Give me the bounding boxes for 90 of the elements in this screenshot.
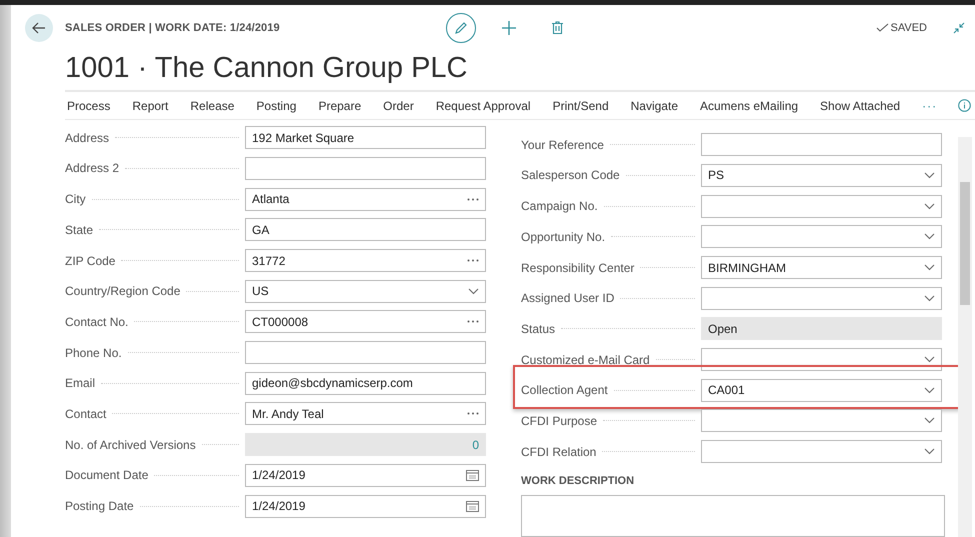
dropdown-field[interactable]: US bbox=[245, 280, 486, 303]
dropdown-field[interactable]: BIRMINGHAM bbox=[701, 256, 942, 280]
action-menu-item[interactable]: Release bbox=[188, 98, 234, 113]
input-field[interactable]: 1/24/2019 bbox=[245, 464, 486, 487]
saved-text: SAVED bbox=[890, 22, 927, 34]
more-actions-button[interactable]: ··· bbox=[920, 98, 938, 113]
calendar-icon[interactable] bbox=[466, 469, 479, 482]
dropdown-field[interactable] bbox=[701, 225, 942, 248]
more-icon[interactable] bbox=[467, 259, 479, 262]
field-label: Contact bbox=[65, 406, 245, 421]
field-label: City bbox=[65, 192, 245, 206]
field-label: Phone No. bbox=[65, 346, 245, 360]
action-menu-item[interactable]: Prepare bbox=[316, 98, 362, 113]
field-label: Collection Agent bbox=[521, 383, 701, 398]
dropdown-field[interactable]: PS bbox=[701, 164, 942, 187]
page-caption: SALES ORDER | WORK DATE: 1/24/2019 bbox=[65, 22, 281, 34]
chevron-down-icon[interactable] bbox=[924, 356, 935, 364]
chevron-down-icon[interactable] bbox=[468, 288, 479, 295]
back-arrow-icon[interactable] bbox=[32, 22, 46, 34]
more-icon[interactable] bbox=[467, 412, 479, 416]
field-label: Campaign No. bbox=[521, 199, 701, 214]
input-field[interactable]: gideon@sbcdynamicserp.com bbox=[245, 372, 486, 395]
field-label: Your Reference bbox=[521, 138, 701, 152]
chevron-down-icon[interactable] bbox=[924, 172, 935, 179]
checkmark-icon bbox=[876, 23, 889, 32]
calendar-icon[interactable] bbox=[466, 500, 479, 512]
field-label: State bbox=[65, 222, 245, 237]
edit-button[interactable] bbox=[446, 12, 476, 43]
field-label: ZIP Code bbox=[65, 254, 245, 268]
dropdown-field[interactable]: CA001 bbox=[701, 378, 942, 402]
input-field[interactable]: 192 Market Square bbox=[245, 126, 486, 150]
dropdown-field[interactable] bbox=[701, 194, 942, 218]
action-menu-item[interactable]: Request Approval bbox=[434, 98, 531, 113]
field-label: Opportunity No. bbox=[521, 230, 701, 244]
dropdown-field[interactable] bbox=[701, 348, 942, 372]
field-label: Posting Date bbox=[65, 499, 245, 514]
chevron-down-icon[interactable] bbox=[924, 386, 935, 394]
action-menu-item[interactable]: Acumens eMailing bbox=[698, 98, 798, 113]
input-field[interactable]: 1/24/2019 bbox=[245, 494, 486, 518]
scrollbar[interactable] bbox=[958, 137, 972, 537]
chevron-down-icon[interactable] bbox=[924, 417, 935, 424]
action-menu-item[interactable]: Show Attached bbox=[818, 98, 900, 113]
field-label: CFDI Purpose bbox=[521, 414, 701, 428]
field-label: Status bbox=[521, 322, 701, 336]
field-label: Country/Region Code bbox=[65, 284, 245, 298]
field-label: CFDI Relation bbox=[521, 444, 701, 459]
chevron-down-icon[interactable] bbox=[924, 233, 935, 240]
field-label: Address 2 bbox=[65, 161, 245, 176]
dropdown-field[interactable] bbox=[701, 409, 942, 432]
field-label: Responsibility Center bbox=[521, 260, 701, 275]
input-field: 0 bbox=[245, 433, 486, 456]
action-menu-item[interactable]: Print/Send bbox=[550, 98, 609, 113]
add-button[interactable] bbox=[502, 20, 516, 35]
input-field[interactable]: Atlanta bbox=[245, 188, 486, 211]
action-menu-item[interactable]: Report bbox=[130, 98, 168, 113]
chevron-down-icon[interactable] bbox=[924, 264, 935, 272]
chevron-down-icon[interactable] bbox=[924, 448, 935, 456]
dropdown-field[interactable] bbox=[701, 440, 942, 464]
info-button[interactable] bbox=[958, 99, 971, 112]
more-icon[interactable] bbox=[467, 320, 479, 324]
action-menu-item[interactable]: Order bbox=[381, 98, 414, 113]
field-label: Address bbox=[65, 130, 245, 145]
input-field: Open bbox=[701, 317, 942, 340]
input-field[interactable] bbox=[245, 341, 486, 364]
input-field[interactable] bbox=[245, 156, 486, 180]
input-field[interactable]: Mr. Andy Teal bbox=[245, 402, 486, 426]
chevron-down-icon[interactable] bbox=[924, 202, 935, 210]
chevron-down-icon[interactable] bbox=[924, 294, 935, 302]
field-label: Salesperson Code bbox=[521, 168, 701, 182]
action-menu-item[interactable]: Navigate bbox=[628, 98, 678, 113]
field-label: Contact No. bbox=[65, 314, 245, 329]
back-button[interactable] bbox=[25, 14, 53, 42]
page-title: 1001 · The Cannon Group PLC bbox=[65, 51, 469, 86]
delete-button[interactable] bbox=[552, 21, 563, 34]
input-field[interactable]: CT000008 bbox=[245, 310, 486, 334]
field-label: Assigned User ID bbox=[521, 291, 701, 306]
field-label: Document Date bbox=[65, 468, 245, 482]
more-icon[interactable] bbox=[467, 198, 479, 201]
pencil-icon[interactable] bbox=[454, 20, 468, 35]
field-label: Customized e-Mail Card bbox=[521, 352, 701, 367]
section-heading: WORK DESCRIPTION bbox=[521, 475, 636, 487]
field-label: No. of Archived Versions bbox=[65, 438, 245, 452]
dropdown-field[interactable] bbox=[701, 286, 942, 310]
input-field[interactable]: 31772 bbox=[245, 249, 486, 272]
action-menu-item[interactable]: Posting bbox=[254, 98, 296, 113]
input-field[interactable]: GA bbox=[245, 218, 486, 242]
input-field[interactable] bbox=[701, 133, 942, 156]
collapse-icon[interactable] bbox=[953, 22, 965, 34]
field-label: Email bbox=[65, 376, 245, 390]
action-menu-item[interactable]: Process bbox=[65, 98, 110, 113]
